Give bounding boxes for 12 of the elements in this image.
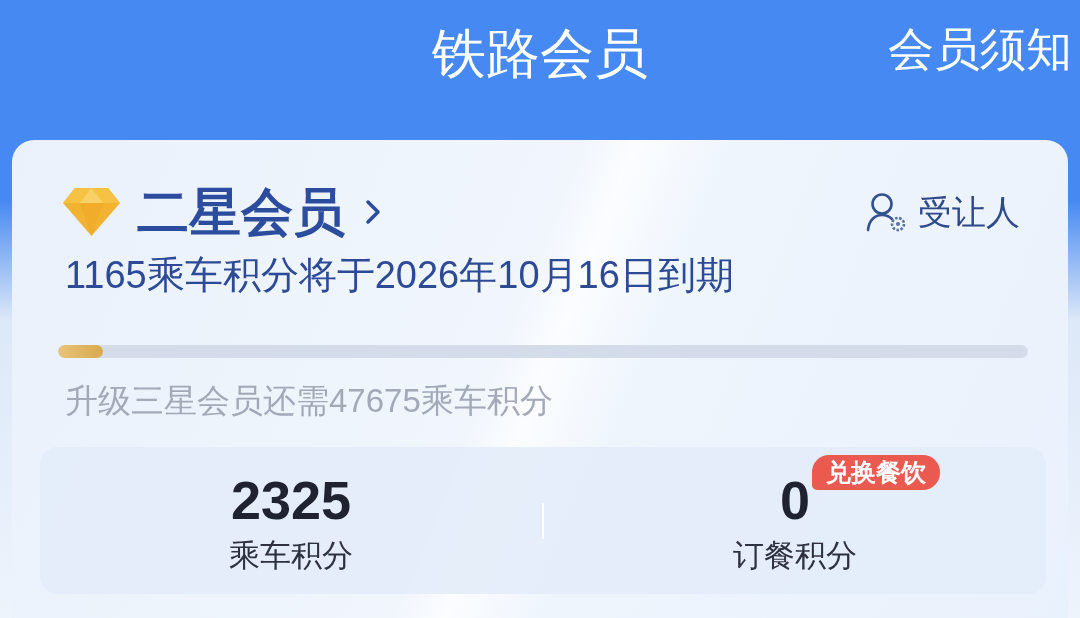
diamond-icon bbox=[63, 188, 120, 236]
points-value: 0 bbox=[779, 474, 810, 526]
upgrade-hint: 升级三星会员还需47675乘车积分 bbox=[65, 382, 554, 420]
points-label: 乘车积分 bbox=[229, 538, 353, 574]
page-title: 铁路会员 bbox=[432, 26, 648, 80]
points-label: 订餐积分 bbox=[733, 538, 857, 574]
member-level-link[interactable]: 二星会员 bbox=[137, 186, 381, 238]
person-gear-icon bbox=[866, 192, 908, 232]
points-value: 2325 bbox=[230, 474, 352, 526]
transferee-button[interactable]: 受让人 bbox=[866, 192, 1020, 232]
expiry-notice: 1165乘车积分将于2026年10月16日到期 bbox=[65, 253, 735, 297]
chevron-right-icon bbox=[365, 199, 381, 225]
